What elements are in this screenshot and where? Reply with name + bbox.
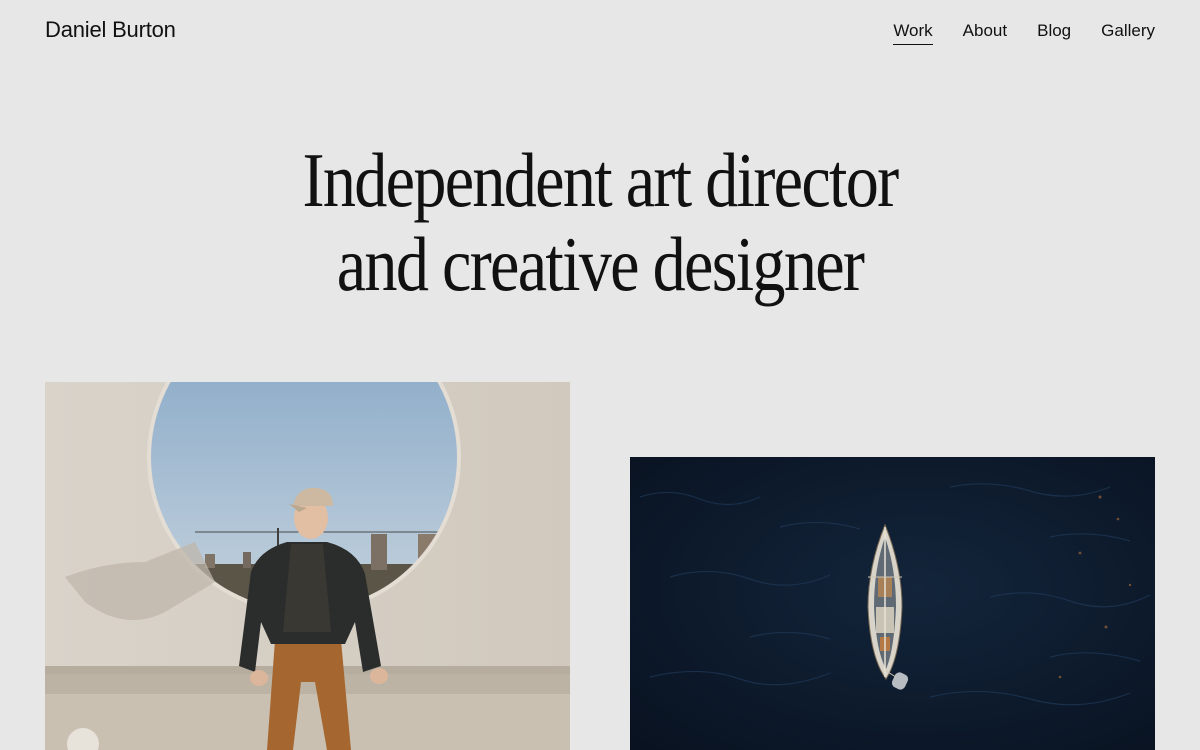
project-card-portrait[interactable] — [45, 382, 570, 750]
nav-work[interactable]: Work — [893, 19, 933, 45]
project-card-boat[interactable] — [630, 457, 1155, 750]
hero-title: Independent art director and creative de… — [0, 138, 1200, 306]
site-header: Daniel Burton Work About Blog Gallery — [0, 0, 1200, 70]
boat-photo — [630, 457, 1155, 750]
brand-logo[interactable]: Daniel Burton — [45, 15, 176, 45]
main-nav: Work About Blog Gallery — [893, 19, 1155, 45]
hero-title-line-1: Independent art director — [302, 137, 900, 223]
nav-about[interactable]: About — [963, 19, 1007, 45]
nav-blog[interactable]: Blog — [1037, 19, 1071, 45]
hero-title-line-2: and creative designer — [336, 221, 865, 307]
nav-gallery[interactable]: Gallery — [1101, 19, 1155, 45]
portrait-photo — [45, 382, 570, 750]
